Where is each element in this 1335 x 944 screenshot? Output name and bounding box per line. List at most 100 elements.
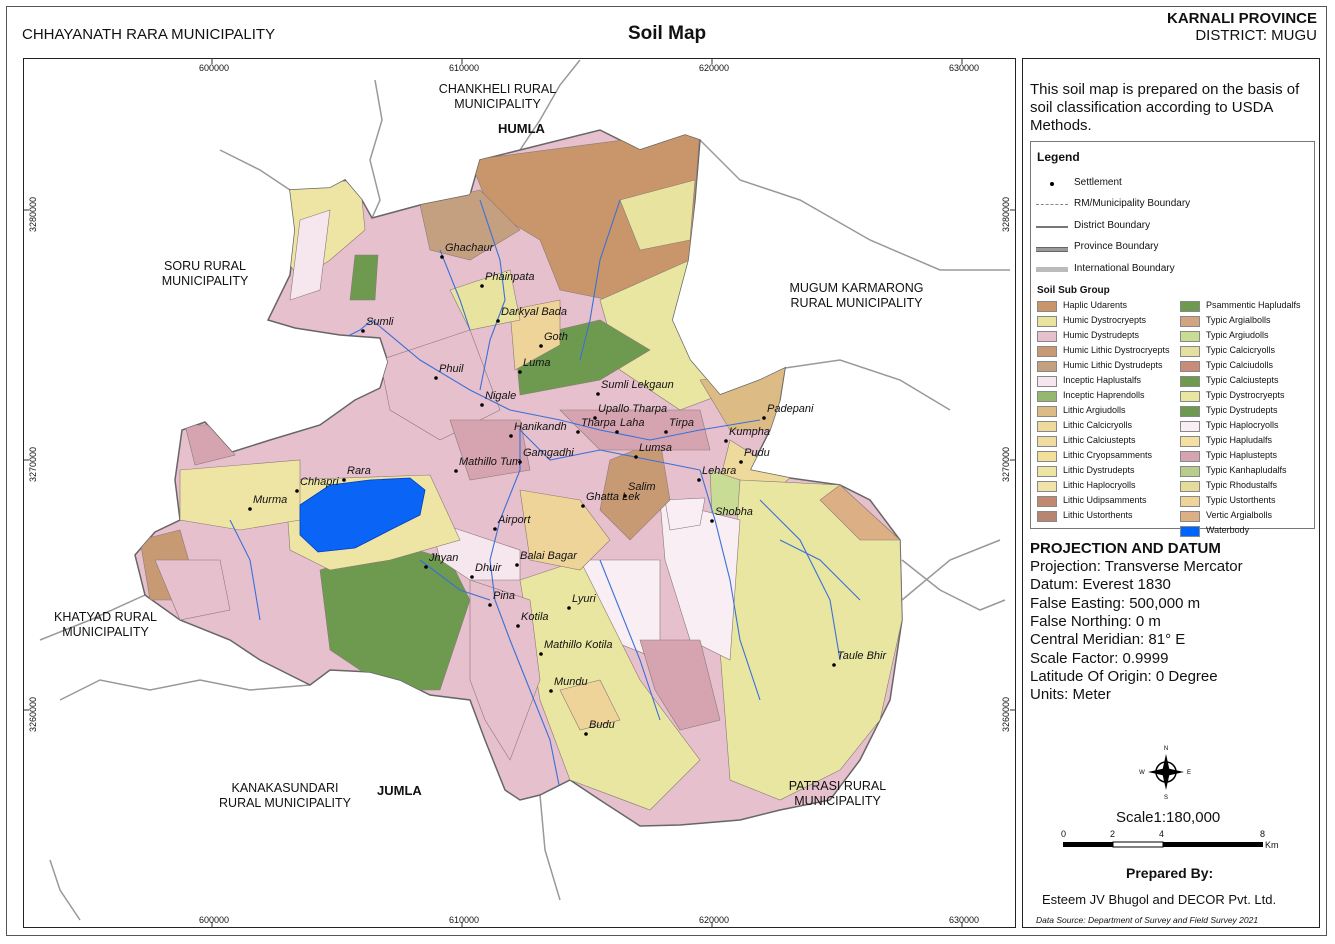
soil-label: Typic Argialbolls xyxy=(1206,315,1271,325)
soil-swatch xyxy=(1037,301,1057,312)
soil-label: Typic Ustorthents xyxy=(1206,495,1276,505)
soil-swatch xyxy=(1180,481,1200,492)
soil-legend-item: Humic Dystrudepts xyxy=(1037,330,1177,343)
soil-label: Lithic Haplocryolls xyxy=(1063,480,1136,490)
soil-swatch xyxy=(1180,496,1200,507)
soil-swatch xyxy=(1037,361,1057,372)
soil-label: Typic Kanhapludalfs xyxy=(1206,465,1287,475)
scale-unit: Km xyxy=(1265,840,1279,850)
soil-swatch xyxy=(1180,376,1200,387)
y-tick-left: 3280000 xyxy=(28,196,38,232)
soil-swatch xyxy=(1037,451,1057,462)
y-tick-right: 3270000 xyxy=(1001,446,1011,482)
settlement-label: Upallo Tharpa xyxy=(598,403,668,415)
soil-legend-item: Vertic Argialbolls xyxy=(1180,510,1320,523)
soil-label: Lithic Dystrudepts xyxy=(1063,465,1135,475)
projection-line: Units: Meter xyxy=(1030,686,1111,704)
soil-legend-item: Lithic Dystrudepts xyxy=(1037,465,1177,478)
settlement-label: Goth xyxy=(544,331,568,343)
soil-legend-item: Lithic Cryopsamments xyxy=(1037,450,1177,463)
district-jumla: JUMLA xyxy=(377,783,422,798)
soil-swatch xyxy=(1037,331,1057,342)
soil-swatch xyxy=(1180,421,1200,432)
intro-text: This soil map is prepared on the basis o… xyxy=(1030,81,1300,134)
settlement-label: Tirpa xyxy=(669,417,694,429)
soil-legend-item: Typic Dystrudepts xyxy=(1180,405,1320,418)
scale-tick: 0 xyxy=(1061,829,1067,839)
settlement-label: Laha xyxy=(620,417,645,429)
region-mugum: MUGUM KARMARONG RURAL MUNICIPALITY xyxy=(789,281,924,310)
soil-label: Typic Calciudolls xyxy=(1206,360,1274,370)
soil-legend-item: Lithic Calcicryolls xyxy=(1037,420,1177,433)
soil-swatch xyxy=(1180,301,1200,312)
soil-label: Typic Argiudolls xyxy=(1206,330,1269,340)
soil-legend-item: Typic Calcicryolls xyxy=(1180,345,1320,358)
soil-swatch xyxy=(1180,436,1200,447)
settlement-label: Mathillo Kotila xyxy=(544,639,613,651)
settlement-label: Taule Bhir xyxy=(837,650,887,662)
settlement-label: Darkyal Bada xyxy=(501,306,568,318)
soil-label: Lithic Udipsamments xyxy=(1063,495,1147,505)
settlement-label: Nigale xyxy=(485,390,517,402)
soil-legend-item: Typic Hapludalfs xyxy=(1180,435,1320,448)
soil-label: Typic Calcicryolls xyxy=(1206,345,1276,355)
soil-legend-item: Typic Ustorthents xyxy=(1180,495,1320,508)
region-khatyad: KHATYAD RURAL MUNICIPALITY xyxy=(53,610,158,639)
thick-line-icon xyxy=(1036,267,1068,272)
soil-subgroup-title: Soil Sub Group xyxy=(1037,285,1110,296)
soil-swatch xyxy=(1180,391,1200,402)
soil-label: Typic Dystrudepts xyxy=(1206,405,1278,415)
legend-international-boundary: International Boundary xyxy=(1036,263,1286,277)
soil-swatch xyxy=(1180,511,1200,522)
soil-label: Vertic Argialbolls xyxy=(1206,510,1273,520)
soil-swatch xyxy=(1180,526,1200,537)
settlement-label: Lyuri xyxy=(572,593,596,605)
projection-line: Projection: Transverse Mercator xyxy=(1030,558,1243,575)
legend-label: RM/Municipality Boundary xyxy=(1074,198,1191,209)
settlement-label: Ghatta Lek xyxy=(586,491,640,503)
projection-line: Central Meridian: 81° E xyxy=(1030,631,1186,649)
settlement-label: Airport xyxy=(498,514,531,526)
settlement-label: Sumli xyxy=(366,316,394,328)
district-humla: HUMLA xyxy=(498,121,545,136)
legend-title: Legend xyxy=(1037,150,1080,164)
settlement-label: Ghachaur xyxy=(445,242,494,254)
settlement-label: Luma xyxy=(523,357,551,369)
dot-icon xyxy=(1050,182,1054,186)
south-label: S xyxy=(1164,795,1168,801)
x-tick-top: 600000 xyxy=(199,63,230,73)
soil-swatch xyxy=(1037,391,1057,402)
settlement-label: Budu xyxy=(589,719,615,731)
legend-label: Settlement xyxy=(1074,177,1122,188)
scale-text: Scale1:180,000 xyxy=(1116,809,1221,826)
soil-label: Typic Rhodustalfs xyxy=(1206,480,1278,490)
projection-line: False Northing: 0 m xyxy=(1030,612,1161,630)
soil-swatch xyxy=(1180,451,1200,462)
soil-legend-item: Typic Rhodustalfs xyxy=(1180,480,1320,493)
legend-settlement: Settlement xyxy=(1036,177,1286,191)
scale-bar xyxy=(1063,841,1263,848)
settlement-label: Tharpa xyxy=(581,417,616,429)
soil-legend-item: Inceptic Haprendolls xyxy=(1037,390,1177,403)
y-tick-right: 3280000 xyxy=(1001,196,1011,232)
soil-label: Lithic Calciustepts xyxy=(1063,435,1136,445)
scale-tick: 4 xyxy=(1159,829,1165,839)
soil-legend-item: Inceptic Haplustalfs xyxy=(1037,375,1177,388)
soil-label: Inceptic Haplustalfs xyxy=(1063,375,1142,385)
x-tick-bottom: 630000 xyxy=(949,915,980,925)
soil-legend-item: Lithic Calciustepts xyxy=(1037,435,1177,448)
settlement-label: Rara xyxy=(347,465,371,477)
settlement-label: Phainpata xyxy=(485,271,535,283)
projection-line: False Easting: 500,000 m xyxy=(1030,594,1201,612)
soil-label: Typic Dystrocryepts xyxy=(1206,390,1285,400)
legend-label: Province Boundary xyxy=(1074,241,1159,252)
soil-swatch xyxy=(1037,466,1057,477)
soil-swatch xyxy=(1037,346,1057,357)
soil-swatch xyxy=(1180,331,1200,342)
soil-swatch xyxy=(1037,496,1057,507)
soil-legend-item: Typic Calciudolls xyxy=(1180,360,1320,373)
soil-label: Humic Lithic Dystrocryepts xyxy=(1063,345,1170,355)
soil-legend-item: Psammentic Hapludalfs xyxy=(1180,300,1320,313)
north-label: N xyxy=(1164,746,1168,752)
soil-label: Typic Calciustepts xyxy=(1206,375,1279,385)
